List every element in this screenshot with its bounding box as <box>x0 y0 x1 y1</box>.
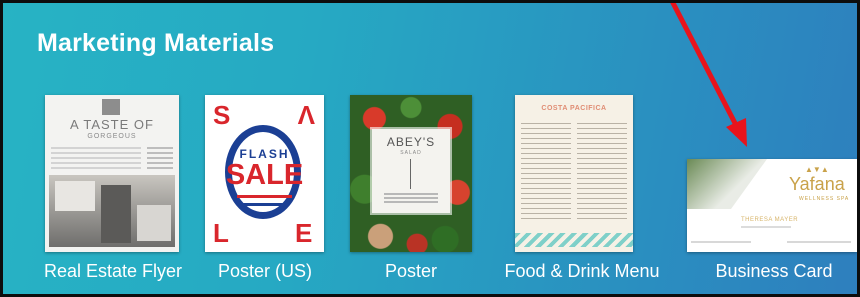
flyer-subheading: GORGEOUS <box>87 133 137 140</box>
template-label[interactable]: Poster <box>385 261 437 282</box>
card-contact-line <box>691 241 751 243</box>
template-label[interactable]: Real Estate Flyer <box>44 261 182 282</box>
poster-tag: SALAD <box>400 150 422 156</box>
card-role-line <box>741 226 791 228</box>
flyer-side-text <box>147 147 173 169</box>
section-title: Marketing Materials <box>37 29 275 57</box>
business-card-thumbnail[interactable]: ▲▼▲ Yafana WELLNESS SPA THERESA MAYER <box>687 159 857 252</box>
card-contact-line <box>787 241 851 243</box>
poster-corner-letter: V <box>297 100 315 130</box>
poster-small-text <box>384 193 438 205</box>
menu-brand: COSTA PACIFICA <box>541 105 607 112</box>
card-logo-mark: ▲▼▲ <box>805 165 829 174</box>
template-label[interactable]: Poster (US) <box>218 261 312 282</box>
poster-thumbnail[interactable]: ABEY'S SALAD <box>350 95 472 252</box>
logo-badge <box>102 99 120 115</box>
food-drink-menu-thumbnail[interactable]: COSTA PACIFICA <box>515 95 633 252</box>
poster-us-thumbnail[interactable]: S V L E FLASH SALE <box>205 95 324 252</box>
poster-detail-line <box>237 195 292 198</box>
menu-left-column <box>521 123 571 223</box>
card-brand: Yafana <box>789 174 845 194</box>
flyer-kitchen-photo <box>49 175 175 247</box>
poster-name: ABEY'S <box>386 135 436 149</box>
card-subtitle: WELLNESS SPA <box>799 196 850 202</box>
flyer-body-text <box>51 147 141 169</box>
poster-sale-text: SALE <box>225 159 304 191</box>
poster-corner-letter: S <box>213 100 231 130</box>
card-person: THERESA MAYER <box>741 217 799 223</box>
poster-divider <box>410 159 411 189</box>
menu-zigzag-border <box>515 233 633 247</box>
poster-detail-line <box>243 203 286 206</box>
real-estate-flyer-thumbnail[interactable]: A TASTE OF GORGEOUS <box>45 95 179 252</box>
poster-corner-letter: L <box>213 218 229 248</box>
poster-corner-letter: E <box>295 218 313 248</box>
template-label[interactable]: Food & Drink Menu <box>504 261 659 282</box>
marketing-materials-panel: Marketing Materials A TASTE OF GORGEOUS … <box>0 0 860 297</box>
template-label[interactable]: Business Card <box>715 261 832 282</box>
poster-label-card: ABEY'S SALAD <box>372 129 450 213</box>
card-flower-photo <box>687 159 767 209</box>
menu-right-column <box>577 123 627 223</box>
flyer-heading: A TASTE OF <box>70 117 154 132</box>
